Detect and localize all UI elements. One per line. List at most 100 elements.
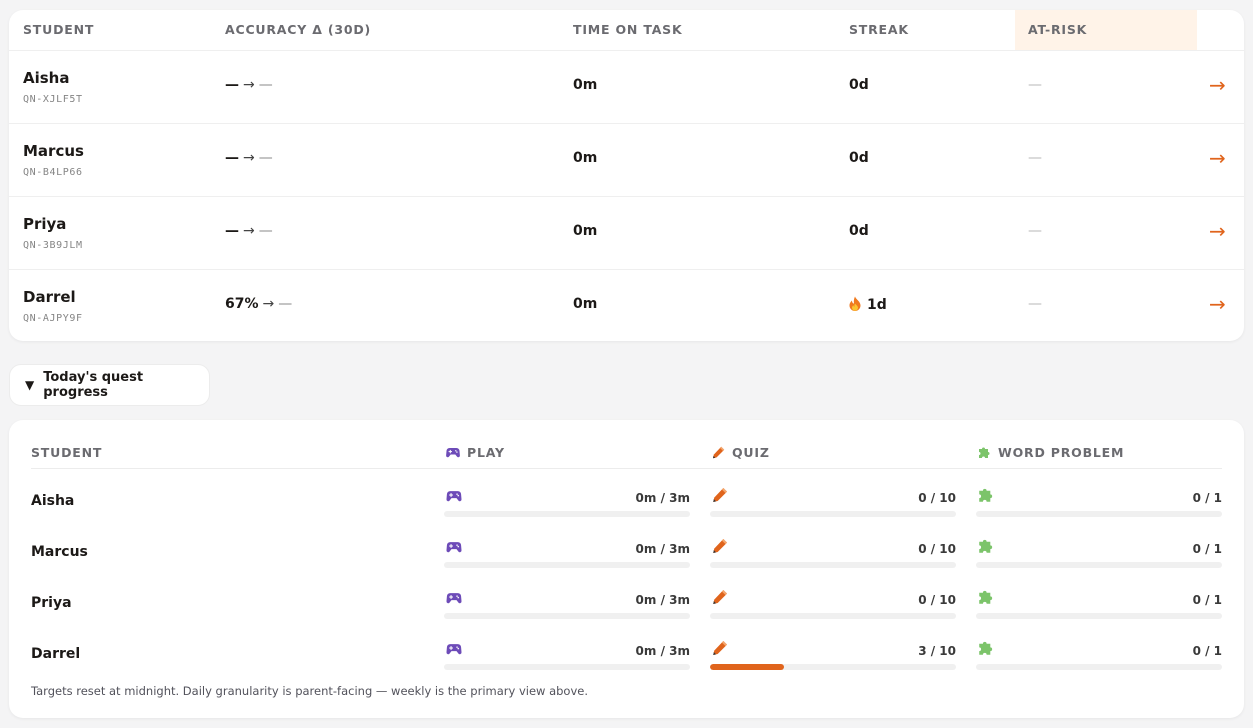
caret-down-icon: ▼ xyxy=(25,378,35,392)
quest-student-name: Darrel xyxy=(31,646,81,662)
progress-text: 0m / 3m xyxy=(635,542,690,556)
accuracy-to: — xyxy=(278,296,293,312)
table-row[interactable]: Priya QN-3B9JLM — → —0m 0d — → xyxy=(9,196,1244,269)
progress-text: 0 / 10 xyxy=(918,491,956,505)
quiz-progress: 0 / 10 xyxy=(710,580,956,620)
open-student-arrow-icon[interactable]: → xyxy=(1209,292,1226,316)
student-name: Priya xyxy=(23,215,67,233)
streak-value: 0d xyxy=(849,223,869,239)
quiz-progress: 0 / 10 xyxy=(710,529,956,569)
header-student: STUDENT xyxy=(23,22,95,37)
progress-text: 0 / 1 xyxy=(1192,491,1222,505)
progress-track xyxy=(444,562,690,568)
puzzle-icon xyxy=(979,590,993,604)
quest-row: Aisha 0m / 3m 0 / 10 0 / 1 xyxy=(9,478,1244,529)
open-student-arrow-icon[interactable]: → xyxy=(1209,73,1226,97)
table-row[interactable]: Marcus QN-B4LP66 — → — 0m 0d — → xyxy=(9,123,1244,196)
progress-track xyxy=(444,613,690,619)
quest-progress-table: STUDENT PLAY QUIZ WORD PROBLEM Aisha 0m /… xyxy=(9,420,1244,718)
student-code: QN-B4LP66 xyxy=(23,167,83,178)
quest-progress-toggle-label: Today's quest progress xyxy=(43,370,144,400)
at-risk-value: — xyxy=(1028,150,1042,166)
pencil-icon xyxy=(713,589,728,605)
quest-header-play-label: PLAY xyxy=(467,445,505,460)
progress-track xyxy=(710,613,956,619)
time-on-task: 0m xyxy=(573,150,598,166)
play-progress: 0m / 3m xyxy=(444,580,690,620)
streak-value: 0d xyxy=(849,150,869,166)
word-problem-progress: 0 / 1 xyxy=(976,631,1222,671)
quiz-icon-wrap xyxy=(712,487,728,507)
accuracy-to: — xyxy=(258,223,273,239)
quiz-icon-wrap xyxy=(712,640,728,660)
accuracy-from: — xyxy=(225,150,239,166)
quest-header-word-problem-label: WORD PROBLEM xyxy=(998,445,1125,460)
streak-value: 1d xyxy=(867,297,887,313)
progress-fill xyxy=(710,664,784,670)
progress-track xyxy=(710,664,956,670)
open-student-arrow-icon[interactable]: → xyxy=(1209,146,1226,170)
word-problem-icon-wrap xyxy=(978,538,994,558)
quiz-icon-wrap xyxy=(712,538,728,558)
play-icon-wrap xyxy=(446,640,462,659)
progress-text: 0m / 3m xyxy=(635,644,690,658)
gamepad-icon xyxy=(446,644,462,655)
streak-value: 0d xyxy=(849,77,869,93)
streak: 0d xyxy=(849,150,869,166)
puzzle-icon xyxy=(979,447,990,458)
streak: 1d xyxy=(849,296,887,313)
header-streak: STREAK xyxy=(849,22,909,37)
play-progress: 0m / 3m xyxy=(444,529,690,569)
progress-track xyxy=(444,511,690,517)
progress-text: 0m / 3m xyxy=(635,593,690,607)
puzzle-icon xyxy=(979,539,993,553)
accuracy-to: — xyxy=(258,77,273,93)
table-row[interactable]: Darrel QN-AJPY9F 67% → —0m 1d — → xyxy=(9,269,1244,341)
streak: 0d xyxy=(849,223,869,239)
accuracy-delta: — → — xyxy=(225,223,273,239)
flame-icon xyxy=(849,296,861,311)
header-time-on-task: TIME ON TASK xyxy=(573,22,683,37)
puzzle-icon xyxy=(979,641,993,655)
quiz-icon-wrap xyxy=(712,589,728,609)
word-problem-progress: 0 / 1 xyxy=(976,478,1222,518)
quest-student-name: Marcus xyxy=(31,544,88,560)
quest-header-divider xyxy=(31,468,1222,469)
word-problem-icon-wrap xyxy=(978,487,994,507)
at-risk-value: — xyxy=(1028,296,1042,312)
word-problem-icon-wrap xyxy=(978,589,994,609)
quest-header-student-label: STUDENT xyxy=(31,445,103,460)
quest-header-quiz-label: QUIZ xyxy=(732,445,770,460)
time-on-task: 0m xyxy=(573,77,598,93)
word-problem-icon-wrap xyxy=(978,640,994,660)
accuracy-from: 67% xyxy=(225,296,259,312)
gamepad-icon xyxy=(446,542,462,553)
student-name: Marcus xyxy=(23,142,84,160)
gamepad-icon xyxy=(446,448,460,458)
student-name: Aisha xyxy=(23,69,70,87)
accuracy-delta: — → — xyxy=(225,150,273,166)
progress-text: 0m / 3m xyxy=(635,491,690,505)
student-code: QN-AJPY9F xyxy=(23,313,83,324)
header-at-risk: AT-RISK xyxy=(1015,10,1197,50)
progress-text: 0 / 1 xyxy=(1192,644,1222,658)
at-risk-value: — xyxy=(1028,77,1042,93)
gamepad-icon xyxy=(446,593,462,604)
table-row[interactable]: Aisha QN-XJLF5T — → —0m 0d — → xyxy=(9,50,1244,123)
open-student-arrow-icon[interactable]: → xyxy=(1209,219,1226,243)
quest-header-play: PLAY xyxy=(446,445,505,460)
streak: 0d xyxy=(849,77,869,93)
header-accuracy: ACCURACY Δ (30D) xyxy=(225,22,372,37)
arrow-right-icon: → xyxy=(243,223,255,239)
pencil-icon xyxy=(713,538,728,554)
student-name: Darrel xyxy=(23,288,76,306)
quest-row: Marcus 0m / 3m 0 / 10 0 / 1 xyxy=(9,529,1244,580)
play-progress: 0m / 3m xyxy=(444,631,690,671)
at-risk-value: — xyxy=(1028,223,1042,239)
progress-text: 0 / 1 xyxy=(1192,593,1222,607)
accuracy-delta: 67% → — xyxy=(225,296,292,312)
quest-progress-toggle[interactable]: ▼ Today's quest progress xyxy=(9,364,210,406)
play-progress: 0m / 3m xyxy=(444,478,690,518)
quest-header-student: STUDENT xyxy=(31,445,102,460)
play-icon-wrap xyxy=(446,589,462,608)
